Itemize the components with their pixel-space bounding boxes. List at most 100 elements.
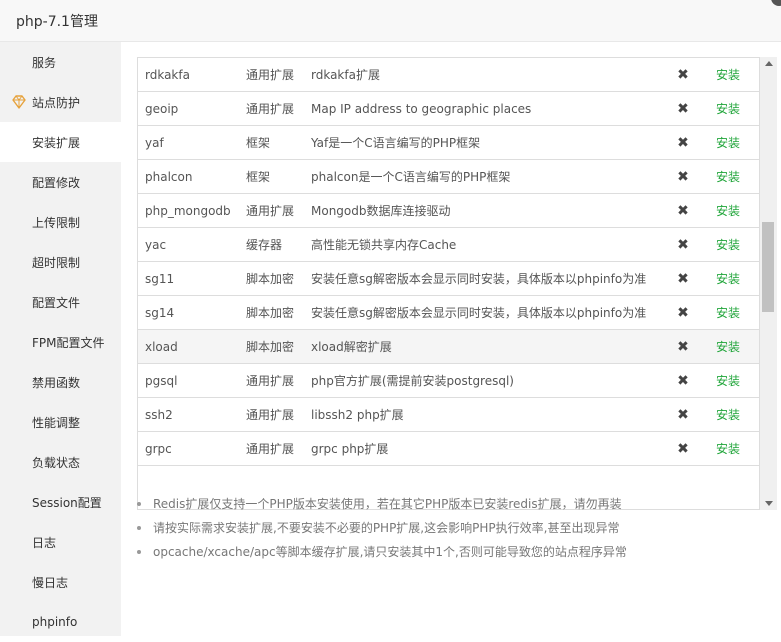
extension-description: 高性能无锁共享内存Cache [311, 238, 457, 252]
extension-description: xload解密扩展 [311, 340, 392, 354]
sidebar-item-label: 站点防护 [32, 95, 81, 110]
remove-icon[interactable]: ✖ [676, 160, 690, 194]
sidebar-item-performance[interactable]: 性能调整 [0, 402, 121, 442]
sidebar: 服务 站点防护 安装扩展 配置修改 上传限制 超时限制 配置文件 FPM配置文件… [0, 42, 121, 636]
extension-description: Yaf是一个C语言编写的PHP框架 [311, 136, 481, 150]
sidebar-item-label: 日志 [32, 535, 57, 550]
remove-icon[interactable]: ✖ [676, 330, 690, 364]
table-row: yac 缓存器 高性能无锁共享内存Cache ✖ 安装 [138, 228, 759, 262]
remove-icon[interactable]: ✖ [676, 194, 690, 228]
table-row: xload 脚本加密 xload解密扩展 ✖ 安装 [138, 330, 759, 364]
sidebar-item-log[interactable]: 日志 [0, 522, 121, 562]
scroll-thumb[interactable] [762, 222, 774, 312]
install-button[interactable]: 安装 [716, 228, 746, 262]
extension-description: grpc php扩展 [311, 442, 389, 456]
sidebar-item-config-edit[interactable]: 配置修改 [0, 162, 121, 202]
install-button[interactable]: 安装 [716, 432, 746, 466]
sidebar-item-label: FPM配置文件 [32, 335, 105, 350]
sidebar-item-label: 安装扩展 [32, 135, 81, 150]
extension-name: ssh2 [145, 408, 173, 422]
install-button[interactable]: 安装 [716, 160, 746, 194]
extension-type: 脚本加密 [246, 272, 295, 286]
sidebar-item-label: 上传限制 [32, 215, 81, 230]
bullet-icon [137, 502, 141, 506]
remove-icon[interactable]: ✖ [676, 228, 690, 262]
table-row: grpc 通用扩展 grpc php扩展 ✖ 安装 [138, 432, 759, 466]
extension-name: sg11 [145, 272, 175, 286]
sidebar-item-timeout-limit[interactable]: 超时限制 [0, 242, 121, 282]
sidebar-item-session-config[interactable]: Session配置 [0, 482, 121, 522]
install-button[interactable]: 安装 [716, 364, 746, 398]
extensions-table: rdkakfa 通用扩展 rdkakfa扩展 ✖ 安装 geoip 通用扩展 M… [137, 57, 760, 510]
install-button[interactable]: 安装 [716, 296, 746, 330]
remove-icon[interactable]: ✖ [676, 126, 690, 160]
sidebar-item-label: 慢日志 [32, 575, 69, 590]
sidebar-item-install-extensions[interactable]: 安装扩展 [0, 122, 121, 162]
remove-icon[interactable]: ✖ [676, 58, 690, 92]
remove-icon[interactable]: ✖ [676, 432, 690, 466]
install-button[interactable]: 安装 [716, 58, 746, 92]
bullet-icon [137, 526, 141, 530]
install-button[interactable]: 安装 [716, 194, 746, 228]
table-row: geoip 通用扩展 Map IP address to geographic … [138, 92, 759, 126]
extension-name: yaf [145, 136, 164, 150]
sidebar-item-slow-log[interactable]: 慢日志 [0, 562, 121, 602]
sidebar-item-phpinfo[interactable]: phpinfo [0, 602, 121, 642]
table-scrollbar[interactable] [760, 57, 777, 510]
extension-type: 通用扩展 [246, 68, 295, 82]
extension-name: grpc [145, 442, 172, 456]
sidebar-item-label: 禁用函数 [32, 375, 81, 390]
sidebar-item-upload-limit[interactable]: 上传限制 [0, 202, 121, 242]
extension-name: xload [145, 340, 178, 354]
sidebar-item-label: 性能调整 [32, 415, 81, 430]
install-button[interactable]: 安装 [716, 330, 746, 364]
sidebar-item-label: 配置修改 [32, 175, 81, 190]
sidebar-item-fpm-config[interactable]: FPM配置文件 [0, 322, 121, 362]
install-button[interactable]: 安装 [716, 398, 746, 432]
remove-icon[interactable]: ✖ [676, 262, 690, 296]
install-button[interactable]: 安装 [716, 262, 746, 296]
sidebar-item-service[interactable]: 服务 [0, 42, 121, 82]
extension-type: 框架 [246, 170, 271, 184]
extension-type: 脚本加密 [246, 306, 295, 320]
scroll-down-arrow-icon[interactable] [765, 501, 773, 506]
scroll-up-arrow-icon[interactable] [765, 61, 773, 66]
main-panel: rdkakfa 通用扩展 rdkakfa扩展 ✖ 安装 geoip 通用扩展 M… [121, 42, 781, 636]
extension-name: yac [145, 238, 167, 252]
extension-description: php官方扩展(需提前安装postgresql) [311, 374, 514, 388]
sidebar-item-label: 超时限制 [32, 255, 81, 270]
table-row: pgsql 通用扩展 php官方扩展(需提前安装postgresql) ✖ 安装 [138, 364, 759, 398]
window-title: php-7.1管理 [16, 14, 98, 30]
extension-name: rdkakfa [145, 68, 190, 82]
note-text: 请按实际需求安装扩展,不要安装不必要的PHP扩展,这会影响PHP执行效率,甚至出… [153, 521, 620, 535]
extension-name: phalcon [145, 170, 193, 184]
extension-type: 通用扩展 [246, 408, 295, 422]
sidebar-item-load-status[interactable]: 负载状态 [0, 442, 121, 482]
table-row: ssh2 通用扩展 libssh2 php扩展 ✖ 安装 [138, 398, 759, 432]
table-row: php_mongodb 通用扩展 Mongodb数据库连接驱动 ✖ 安装 [138, 194, 759, 228]
sidebar-item-label: 服务 [32, 55, 57, 70]
extension-description: libssh2 php扩展 [311, 408, 404, 422]
extension-description: phalcon是一个C语言编写的PHP框架 [311, 170, 511, 184]
table-row: sg11 脚本加密 安装任意sg解密版本会显示同时安装，具体版本以phpinfo… [138, 262, 759, 296]
diamond-icon [12, 95, 26, 109]
remove-icon[interactable]: ✖ [676, 398, 690, 432]
extension-name: sg14 [145, 306, 175, 320]
install-button[interactable]: 安装 [716, 92, 746, 126]
remove-icon[interactable]: ✖ [676, 364, 690, 398]
extension-type: 脚本加密 [246, 340, 295, 354]
close-icon[interactable] [771, 0, 781, 6]
extension-description: rdkakfa扩展 [311, 68, 380, 82]
install-button[interactable]: 安装 [716, 126, 746, 160]
remove-icon[interactable]: ✖ [676, 92, 690, 126]
sidebar-item-config-file[interactable]: 配置文件 [0, 282, 121, 322]
sidebar-item-label: Session配置 [32, 495, 102, 510]
extension-type: 框架 [246, 136, 271, 150]
extension-description: 安装任意sg解密版本会显示同时安装，具体版本以phpinfo为准 [311, 306, 647, 320]
extension-type: 通用扩展 [246, 102, 295, 116]
sidebar-item-disabled-functions[interactable]: 禁用函数 [0, 362, 121, 402]
extension-name: geoip [145, 102, 179, 116]
remove-icon[interactable]: ✖ [676, 296, 690, 330]
extension-name: pgsql [145, 374, 178, 388]
sidebar-item-site-protection[interactable]: 站点防护 [0, 82, 121, 122]
